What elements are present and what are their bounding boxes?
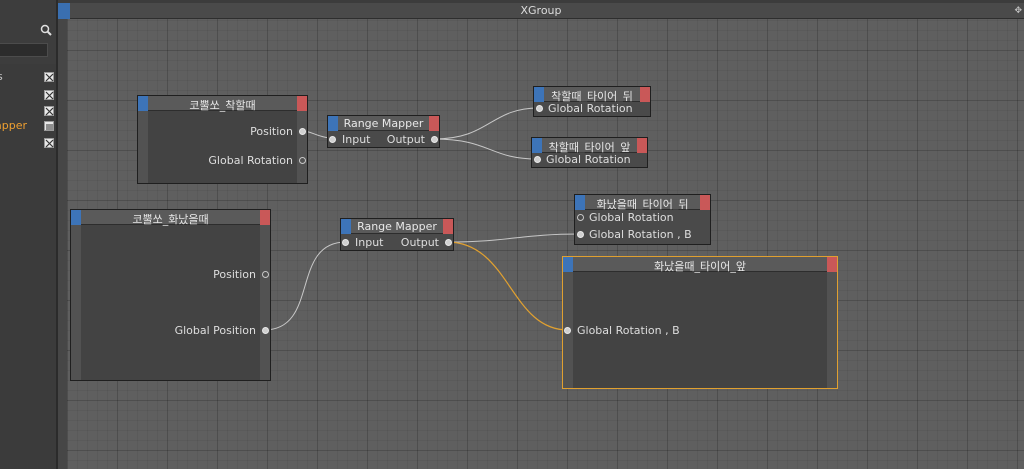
output-port[interactable]	[431, 136, 438, 143]
port-label: Global Rotation	[589, 211, 674, 224]
port-label: Input	[342, 133, 371, 146]
search-icon[interactable]	[40, 24, 52, 36]
output-menu-button[interactable]	[827, 257, 837, 272]
node-title: 코뿔쏘_착할때	[189, 99, 256, 112]
range-mapper-node[interactable]: Range Mapper Input Output	[340, 218, 454, 251]
list-item[interactable]	[0, 136, 56, 152]
object-node[interactable]: 화났을때_타이어_뒤 Global Rotation Global Rotati…	[574, 194, 711, 245]
port-label: Position	[213, 268, 256, 281]
output-menu-button[interactable]	[700, 195, 710, 210]
input-menu-button[interactable]	[71, 210, 81, 225]
checked-box-icon[interactable]	[44, 90, 54, 100]
list-item-label: s	[0, 70, 3, 83]
port-label: Global Rotation	[548, 102, 633, 115]
window-titlebar[interactable]: XGroup ✥	[58, 3, 1024, 19]
output-port-bar	[260, 225, 270, 380]
output-menu-button[interactable]	[637, 138, 647, 153]
node-title: Range Mapper	[343, 117, 424, 130]
move-icon[interactable]: ✥	[1014, 6, 1022, 16]
output-menu-button[interactable]	[297, 96, 307, 111]
output-menu-button[interactable]	[260, 210, 270, 225]
port-label: Global Rotation	[546, 153, 631, 166]
node-title: Range Mapper	[357, 220, 437, 233]
object-node[interactable]: 착할때_타이어_뒤 Global Rotation	[533, 86, 651, 117]
node-title: 코뿔쏘_화났을때	[132, 213, 209, 226]
output-port-bar	[827, 272, 837, 388]
checked-box-icon[interactable]	[44, 106, 54, 116]
object-node-selected[interactable]: 화났을때_타이어_앞 Global Rotation , B	[562, 256, 838, 389]
output-menu-button[interactable]	[443, 219, 453, 234]
range-mapper-node[interactable]: Range Mapper Input Output	[327, 115, 440, 148]
input-port[interactable]	[564, 327, 571, 334]
port-label: Global Rotation	[208, 154, 293, 167]
input-port[interactable]	[536, 105, 543, 112]
node-header[interactable]: 착할때_타이어_앞	[532, 138, 647, 154]
node-header[interactable]: 코뿔쏘_화났을때	[71, 210, 270, 226]
node-header[interactable]: 화났을때_타이어_뒤	[575, 195, 710, 211]
output-port-bar	[297, 111, 307, 183]
panel-gutter	[58, 0, 67, 469]
list-box-icon[interactable]	[44, 121, 54, 131]
output-port[interactable]	[299, 128, 306, 135]
search-input[interactable]	[0, 43, 48, 57]
input-port-bar	[138, 111, 148, 183]
node-header[interactable]: Range Mapper	[328, 116, 439, 131]
input-port[interactable]	[577, 231, 584, 238]
output-port[interactable]	[445, 239, 452, 246]
output-port[interactable]	[299, 157, 306, 164]
list-item[interactable]: s	[0, 70, 56, 86]
port-label: Position	[250, 125, 293, 138]
input-port[interactable]	[534, 156, 541, 163]
port-label: Global Position	[174, 324, 256, 337]
input-port[interactable]	[342, 239, 349, 246]
port-label: Output	[400, 236, 439, 249]
object-node[interactable]: 착할때_타이어_앞 Global Rotation	[531, 137, 648, 168]
node-title: 화났을때_타이어_앞	[654, 260, 746, 273]
object-list-panel: s apper	[0, 0, 56, 469]
node-header[interactable]: Range Mapper	[341, 219, 453, 234]
object-node[interactable]: 코뿔쏘_착할때 Position Global Rotation	[137, 95, 308, 184]
node-header[interactable]: 착할때_타이어_뒤	[534, 87, 650, 103]
input-menu-button[interactable]	[534, 87, 544, 102]
object-list: s apper	[0, 64, 56, 469]
list-item-label: apper	[0, 119, 27, 132]
checked-box-icon[interactable]	[44, 138, 54, 148]
port-label: Global Rotation , B	[589, 228, 692, 241]
input-menu-button[interactable]	[563, 257, 573, 272]
input-menu-button[interactable]	[138, 96, 148, 111]
node-header[interactable]: 화났을때_타이어_앞	[563, 257, 837, 273]
output-menu-button[interactable]	[640, 87, 650, 102]
port-label: Global Rotation , B	[577, 324, 680, 337]
output-port[interactable]	[262, 327, 269, 334]
output-menu-button[interactable]	[429, 116, 439, 131]
port-label: Input	[355, 236, 384, 249]
list-item[interactable]	[0, 104, 56, 120]
input-port-bar	[71, 225, 81, 380]
list-item[interactable]	[0, 88, 56, 104]
object-node[interactable]: 코뿔쏘_화났을때 Position Global Position	[70, 209, 271, 381]
input-port[interactable]	[577, 214, 584, 221]
input-menu-button[interactable]	[341, 219, 351, 234]
port-label: Output	[386, 133, 425, 146]
window-title: XGroup	[520, 4, 562, 17]
input-port[interactable]	[329, 136, 336, 143]
input-menu-button[interactable]	[328, 116, 338, 131]
list-item-selected[interactable]: apper	[0, 119, 56, 135]
checked-box-icon[interactable]	[44, 72, 54, 82]
output-port[interactable]	[262, 271, 269, 278]
input-menu-button[interactable]	[532, 138, 542, 153]
input-menu-button[interactable]	[575, 195, 585, 210]
node-header[interactable]: 코뿔쏘_착할때	[138, 96, 307, 112]
